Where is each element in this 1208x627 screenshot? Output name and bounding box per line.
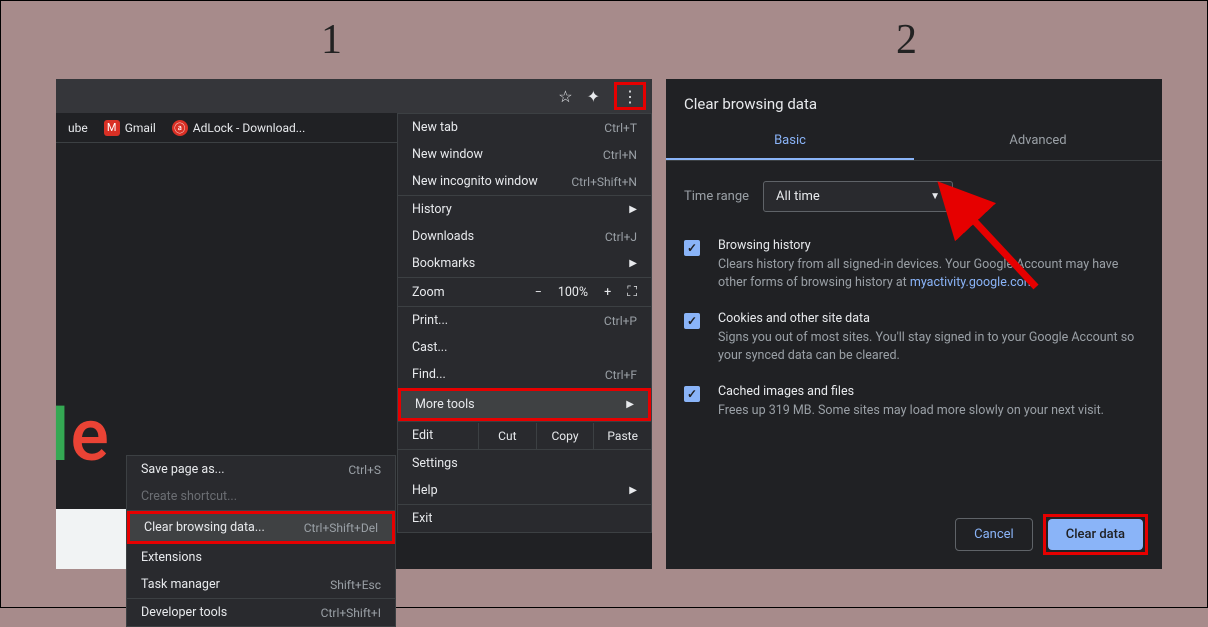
- fullscreen-icon[interactable]: ⛶: [627, 284, 637, 300]
- tab-basic[interactable]: Basic: [666, 123, 914, 160]
- bookmark-item-adlock[interactable]: ⓐAdLock - Download...: [166, 116, 311, 140]
- star-icon[interactable]: ☆: [558, 87, 572, 106]
- chevron-down-icon: ▼: [930, 191, 940, 202]
- chrome-main-menu: New tabCtrl+T New windowCtrl+N New incog…: [397, 113, 652, 533]
- bookmark-item-gmail[interactable]: MGmail: [98, 116, 162, 140]
- submenu-clear-browsing-data[interactable]: Clear browsing data...Ctrl+Shift+Del: [127, 511, 395, 544]
- option-cookies: ✓ Cookies and other site data Signs you …: [684, 301, 1144, 374]
- menu-help[interactable]: Help▶: [398, 477, 651, 504]
- menu-history[interactable]: History▶: [398, 196, 651, 223]
- option-browsing-history: ✓ Browsing history Clears history from a…: [684, 228, 1144, 301]
- extensions-puzzle-icon[interactable]: ✦: [587, 87, 600, 106]
- submenu-extensions[interactable]: Extensions: [127, 544, 395, 571]
- edit-paste-button[interactable]: Paste: [593, 423, 651, 449]
- chrome-menu-panel: ☆ ✦ ⋮ ube MGmail ⓐAdLock - Download... l…: [56, 79, 652, 569]
- time-range-row: Time range All time ▼: [666, 161, 1162, 222]
- dialog-buttons: Cancel Clear data: [955, 514, 1148, 555]
- chevron-right-icon: ▶: [626, 399, 634, 410]
- tab-advanced[interactable]: Advanced: [914, 123, 1162, 160]
- menu-new-window[interactable]: New windowCtrl+N: [398, 141, 651, 168]
- menu-new-incognito[interactable]: New incognito windowCtrl+Shift+N: [398, 168, 651, 195]
- menu-downloads[interactable]: DownloadsCtrl+J: [398, 223, 651, 250]
- checkbox-cached[interactable]: ✓: [684, 386, 700, 402]
- dialog-tabs: Basic Advanced: [666, 123, 1162, 161]
- gmail-icon: M: [104, 120, 120, 136]
- zoom-value: 100%: [558, 285, 588, 300]
- chevron-right-icon: ▶: [629, 258, 637, 269]
- chevron-right-icon: ▶: [629, 485, 637, 496]
- menu-more-tools[interactable]: More tools▶: [398, 388, 651, 421]
- submenu-create-shortcut: Create shortcut...: [127, 483, 395, 510]
- step-number-1: 1: [321, 16, 342, 64]
- submenu-task-manager[interactable]: Task managerShift+Esc: [127, 571, 395, 598]
- menu-cast[interactable]: Cast...: [398, 334, 651, 361]
- browser-toolbar: ☆ ✦ ⋮: [56, 79, 652, 113]
- menu-settings[interactable]: Settings: [398, 450, 651, 477]
- more-tools-submenu: Save page as...Ctrl+S Create shortcut...…: [126, 455, 396, 627]
- menu-edit: Edit Cut Copy Paste: [398, 422, 651, 449]
- menu-new-tab[interactable]: New tabCtrl+T: [398, 114, 651, 141]
- edit-cut-button[interactable]: Cut: [478, 423, 536, 449]
- menu-bookmarks[interactable]: Bookmarks▶: [398, 250, 651, 277]
- edit-copy-button[interactable]: Copy: [536, 423, 594, 449]
- option-cached: ✓ Cached images and files Frees up 319 M…: [684, 374, 1144, 430]
- submenu-developer-tools[interactable]: Developer toolsCtrl+Shift+I: [127, 599, 395, 626]
- chevron-right-icon: ▶: [629, 204, 637, 215]
- checkbox-browsing-history[interactable]: ✓: [684, 240, 700, 256]
- submenu-save-page[interactable]: Save page as...Ctrl+S: [127, 456, 395, 483]
- step-number-2: 2: [896, 16, 917, 64]
- options-list: ✓ Browsing history Clears history from a…: [666, 222, 1162, 436]
- zoom-out-button[interactable]: −: [531, 285, 546, 300]
- kebab-menu-button[interactable]: ⋮: [614, 82, 646, 110]
- time-range-select[interactable]: All time ▼: [763, 181, 953, 212]
- kebab-icon: ⋮: [622, 87, 638, 106]
- time-range-label: Time range: [684, 189, 749, 204]
- cancel-button[interactable]: Cancel: [955, 518, 1033, 551]
- checkbox-cookies[interactable]: ✓: [684, 313, 700, 329]
- menu-exit[interactable]: Exit: [398, 505, 651, 532]
- clear-browsing-data-dialog: Clear browsing data Basic Advanced Time …: [666, 79, 1162, 569]
- menu-find[interactable]: Find...Ctrl+F: [398, 361, 651, 388]
- myactivity-link[interactable]: myactivity.google.com: [910, 275, 1035, 290]
- bookmark-item-ube[interactable]: ube: [62, 117, 94, 139]
- google-logo-fragment: le: [56, 393, 105, 478]
- page-footer-fragment: [56, 509, 126, 569]
- dialog-title: Clear browsing data: [666, 79, 1162, 123]
- menu-zoom: Zoom − 100% + ⛶: [398, 278, 651, 306]
- clear-data-button[interactable]: Clear data: [1048, 519, 1143, 550]
- menu-print[interactable]: Print...Ctrl+P: [398, 307, 651, 334]
- adlock-icon: ⓐ: [172, 120, 188, 136]
- zoom-in-button[interactable]: +: [600, 285, 615, 300]
- clear-data-highlight: Clear data: [1043, 514, 1148, 555]
